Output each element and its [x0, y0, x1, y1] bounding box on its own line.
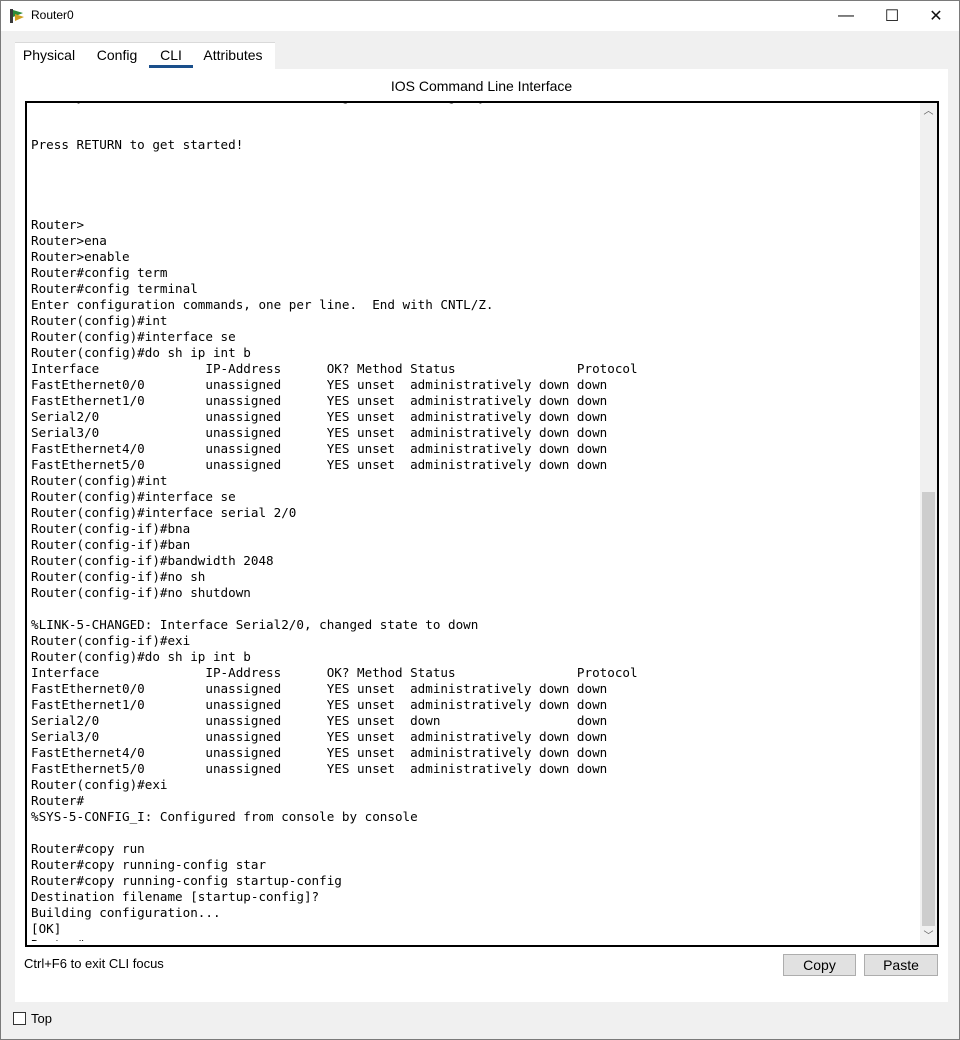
title-bar[interactable]: Router0 — ☐ ✕ — [1, 1, 959, 31]
cli-line: Router#config terminal — [31, 281, 198, 296]
scroll-thumb[interactable] — [922, 492, 935, 926]
cli-line: Router(config)#interface se — [31, 489, 236, 504]
cli-line: Router> — [31, 217, 85, 232]
cli-line: Router(config-if)#no sh — [31, 569, 206, 584]
scroll-up-icon[interactable]: ︿ — [920, 103, 937, 120]
cli-line: Router# — [31, 937, 84, 941]
cli-line: Serial3/0 unassigned YES unset administr… — [31, 425, 608, 440]
cli-line: FastEthernet1/0 unassigned YES unset adm… — [31, 393, 608, 408]
cli-line: FastEthernet4/0 unassigned YES unset adm… — [31, 745, 608, 760]
cli-line: Router#copy running-config startup-confi… — [31, 873, 342, 888]
tab-config[interactable]: Config — [91, 43, 143, 69]
cli-line: Press RETURN to get started! — [31, 137, 244, 152]
cli-output[interactable]: Would you like to enter the initial conf… — [31, 103, 916, 941]
minimize-icon: — — [838, 7, 854, 24]
cli-line: Router>enable — [31, 249, 130, 264]
maximize-button[interactable]: ☐ — [869, 1, 915, 31]
cli-line: Router(config)#interface serial 2/0 — [31, 505, 297, 520]
cli-scrollbar[interactable]: ︿ ﹀ — [920, 103, 937, 945]
cli-line: Router(config-if)#ban — [31, 537, 191, 552]
cli-line: Router#copy run — [31, 841, 145, 856]
close-button[interactable]: ✕ — [913, 1, 959, 31]
cli-line: Serial3/0 unassigned YES unset administr… — [31, 729, 608, 744]
active-tab-indicator — [149, 65, 193, 68]
cli-line: Router>ena — [31, 233, 107, 248]
cli-line: Router(config)#int — [31, 313, 168, 328]
cli-line: Router(config)#int — [31, 473, 168, 488]
cli-line: FastEthernet4/0 unassigned YES unset adm… — [31, 441, 608, 456]
scroll-down-icon[interactable]: ﹀ — [920, 928, 937, 945]
cli-line: Router(config-if)#bandwidth 2048 — [31, 553, 274, 568]
cli-line: Interface IP-Address OK? Method Status P… — [31, 361, 638, 376]
top-checkbox[interactable] — [13, 1012, 26, 1025]
cli-line: FastEthernet1/0 unassigned YES unset adm… — [31, 697, 608, 712]
cli-line: Router#copy running-config star — [31, 857, 267, 872]
cli-line: FastEthernet5/0 unassigned YES unset adm… — [31, 761, 608, 776]
cli-line: Building configuration... — [31, 905, 221, 920]
cli-line: [OK] — [31, 921, 62, 936]
cli-line: Serial2/0 unassigned YES unset down down — [31, 713, 608, 728]
cli-line: Router(config)#interface se — [31, 329, 236, 344]
maximize-icon: ☐ — [884, 8, 900, 25]
cli-line: Router(config)#do sh ip int b — [31, 649, 251, 664]
tab-physical[interactable]: Physical — [15, 43, 83, 69]
router-window: Router0 — ☐ ✕ Physical Config CLI Attrib… — [0, 0, 960, 1040]
cli-line: FastEthernet0/0 unassigned YES unset adm… — [31, 377, 608, 392]
tab-attributes[interactable]: Attributes — [199, 43, 267, 69]
minimize-button[interactable]: — — [823, 1, 869, 31]
cli-line: %LINK-5-CHANGED: Interface Serial2/0, ch… — [31, 617, 479, 632]
cli-line: Router(config-if)#exi — [31, 633, 191, 648]
copy-button[interactable]: Copy — [783, 954, 856, 976]
cli-line: Enter configuration commands, one per li… — [31, 297, 494, 312]
cli-line: Serial2/0 unassigned YES unset administr… — [31, 409, 608, 424]
cli-line: Destination filename [startup-config]? — [31, 889, 320, 904]
cli-line: Router(config-if)#no shutdown — [31, 585, 251, 600]
close-icon: ✕ — [929, 8, 943, 25]
cli-terminal[interactable]: Would you like to enter the initial conf… — [25, 101, 939, 947]
cli-line: Router# — [31, 793, 85, 808]
router-app-icon — [10, 9, 24, 23]
cli-line: FastEthernet5/0 unassigned YES unset adm… — [31, 457, 608, 472]
cli-line: %SYS-5-CONFIG_I: Configured from console… — [31, 809, 418, 824]
window-title: Router0 — [31, 8, 74, 22]
cli-line: Router#config term — [31, 265, 168, 280]
cli-line: FastEthernet0/0 unassigned YES unset adm… — [31, 681, 608, 696]
cli-line: Router(config-if)#bna — [31, 521, 191, 536]
cli-line: Interface IP-Address OK? Method Status P… — [31, 665, 638, 680]
cli-line: Router(config)#exi — [31, 777, 168, 792]
paste-button[interactable]: Paste — [864, 954, 938, 976]
top-label: Top — [31, 1011, 52, 1026]
cli-line: Would you like to enter the initial conf… — [31, 103, 562, 104]
cli-focus-hint: Ctrl+F6 to exit CLI focus — [24, 956, 164, 971]
cli-panel: IOS Command Line Interface Would you lik… — [15, 69, 948, 1002]
cli-line: Router(config)#do sh ip int b — [31, 345, 251, 360]
panel-title: IOS Command Line Interface — [390, 78, 573, 94]
